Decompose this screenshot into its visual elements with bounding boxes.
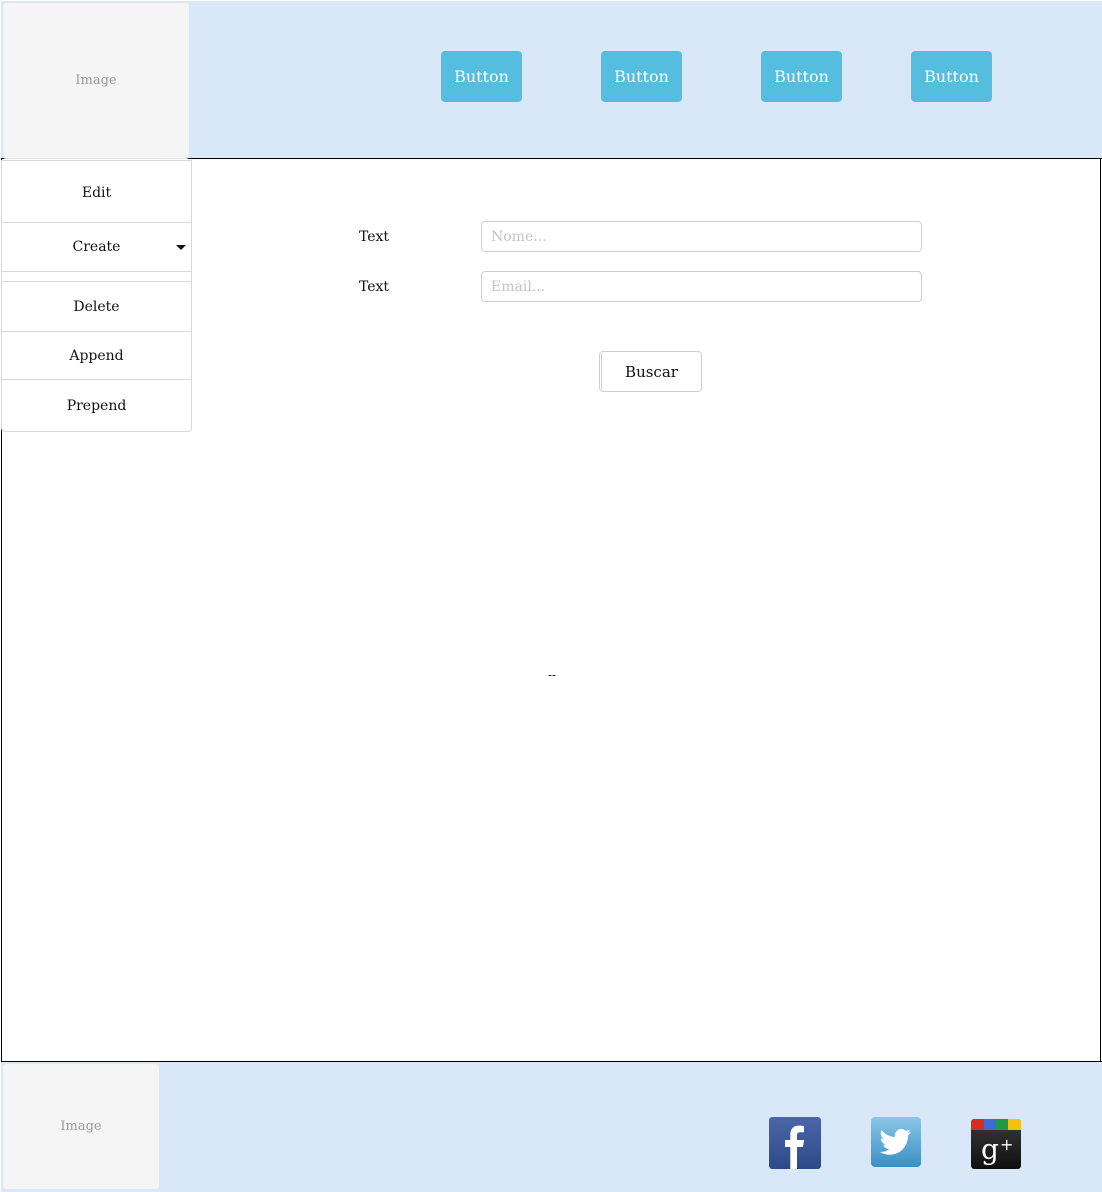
header-logo-image: Image <box>2 2 190 159</box>
name-label: Text <box>359 229 390 245</box>
name-input[interactable] <box>481 221 922 252</box>
nav-button-3[interactable]: Button <box>761 51 842 102</box>
nav-button-4[interactable]: Button <box>911 51 992 102</box>
menu-item-label: Append <box>69 347 124 364</box>
menu-item-edit[interactable]: Edit <box>2 163 191 222</box>
menu-item-label: Prepend <box>66 397 127 414</box>
menu-item-label: Edit <box>81 184 112 201</box>
footer-logo-image: Image <box>2 1063 160 1190</box>
google-plus-icon[interactable]: g + <box>971 1119 1021 1169</box>
menu-item-label: Create <box>72 239 121 255</box>
menu-item-delete[interactable]: Delete <box>2 282 191 331</box>
menu-item-create[interactable]: Create <box>2 223 191 271</box>
nav-button-2[interactable]: Button <box>601 51 682 102</box>
caret-down-icon[interactable] <box>176 245 186 250</box>
menu-item-prepend[interactable]: Prepend <box>2 380 191 431</box>
header-logo-label: Image <box>75 73 117 88</box>
email-input[interactable] <box>481 271 922 302</box>
twitter-icon[interactable] <box>871 1117 921 1167</box>
sidebar-menu: Edit Create Delete Append Prepend <box>1 160 192 432</box>
result-text: -- <box>548 668 557 682</box>
nav-button-1[interactable]: Button <box>441 51 522 102</box>
svg-text:+: + <box>1000 1135 1013 1154</box>
facebook-icon[interactable] <box>769 1117 821 1169</box>
footer-logo-label: Image <box>60 1119 102 1134</box>
footer-bar <box>1 1061 1102 1192</box>
search-button[interactable]: Buscar <box>599 351 702 392</box>
menu-item-append[interactable]: Append <box>2 332 191 379</box>
menu-divider <box>2 271 191 272</box>
email-label: Text <box>359 279 390 295</box>
menu-item-label: Delete <box>73 298 120 315</box>
svg-text:g: g <box>981 1133 999 1166</box>
